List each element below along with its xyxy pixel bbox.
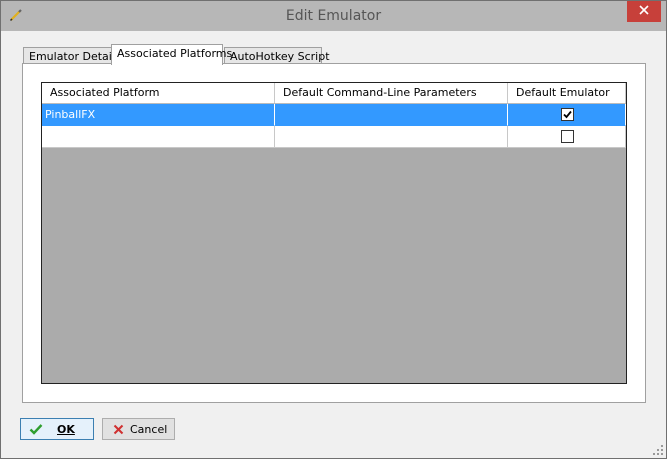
platforms-grid[interactable]: Associated Platform Default Command-Line… <box>41 82 627 384</box>
default-emulator-cell[interactable] <box>508 126 626 148</box>
resize-grip-icon[interactable] <box>653 445 663 455</box>
tab-emulator-details[interactable]: Emulator Details <box>23 47 121 64</box>
title-bar[interactable]: Edit Emulator <box>1 1 666 31</box>
tab-autohotkey-script[interactable]: AutoHotkey Script <box>224 47 330 64</box>
close-icon <box>639 5 649 18</box>
checkmark-icon <box>562 110 572 119</box>
column-header-associated-platform[interactable]: Associated Platform <box>42 83 275 103</box>
x-icon <box>111 422 125 436</box>
platform-cell[interactable]: PinballFX <box>42 104 275 126</box>
close-button[interactable] <box>627 1 661 22</box>
tab-associated-platforms[interactable]: Associated Platforms <box>111 44 232 65</box>
parameters-cell[interactable] <box>275 104 508 126</box>
platform-cell[interactable] <box>42 126 275 148</box>
cancel-button[interactable]: Cancel <box>102 418 175 440</box>
ok-button-label: OK <box>57 422 75 436</box>
tab-panel: Associated Platform Default Command-Line… <box>22 63 646 403</box>
default-emulator-checkbox[interactable] <box>560 130 574 143</box>
column-header-parameters[interactable]: Default Command-Line Parameters <box>275 83 508 103</box>
parameters-cell[interactable] <box>275 126 508 148</box>
grid-header: Associated Platform Default Command-Line… <box>42 83 626 104</box>
checkmark-icon <box>29 422 43 436</box>
window-title: Edit Emulator <box>285 8 382 24</box>
table-row[interactable] <box>42 126 626 148</box>
table-row[interactable]: PinballFX <box>42 104 626 126</box>
edit-emulator-window: Edit Emulator Emulator Details Associate… <box>0 0 667 459</box>
column-header-default-emulator[interactable]: Default Emulator <box>508 83 626 103</box>
default-emulator-cell[interactable] <box>508 104 626 126</box>
default-emulator-checkbox[interactable] <box>560 108 574 121</box>
ok-button[interactable]: OK <box>20 418 94 440</box>
cancel-button-label: Cancel <box>130 422 168 436</box>
